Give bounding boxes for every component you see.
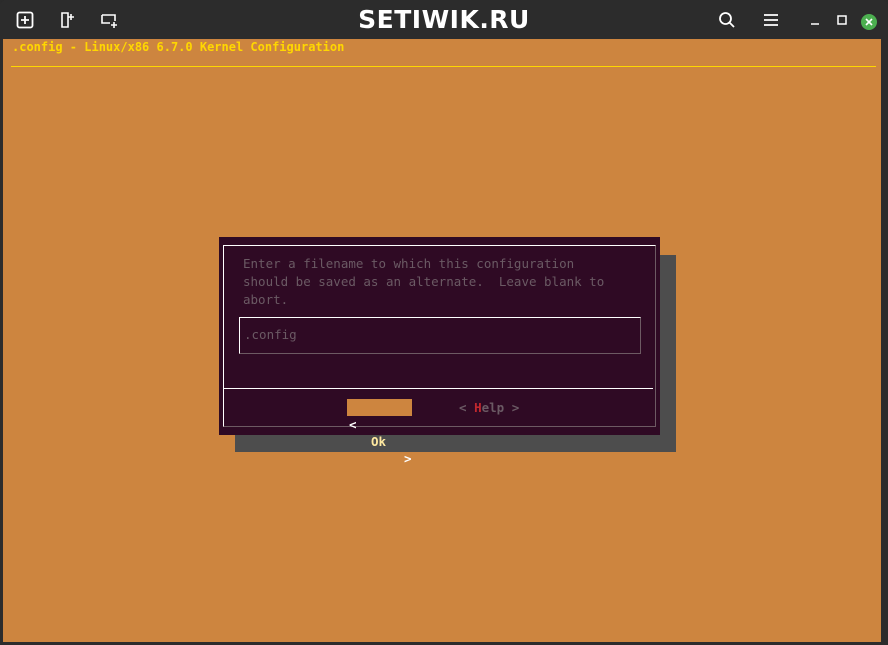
filename-input[interactable]: .config xyxy=(239,317,641,354)
terminal-window: SETIWIK.RU .config - Linux/x86 6.7.0 Ker… xyxy=(0,0,888,645)
window-title: SETIWIK.RU xyxy=(358,5,530,34)
prompt-line-3: abort. xyxy=(243,292,289,307)
ok-left-bracket: < xyxy=(349,417,357,432)
help-hotkey: H xyxy=(474,400,482,415)
ok-label: Ok xyxy=(371,434,387,449)
ok-right-bracket: > xyxy=(404,451,412,466)
help-label: elp xyxy=(481,400,505,415)
menu-icon[interactable] xyxy=(759,8,783,32)
terminal-area[interactable]: .config - Linux/x86 6.7.0 Kernel Configu… xyxy=(3,39,881,642)
help-left-bracket: < xyxy=(459,400,467,415)
ok-button[interactable]: < Ok > xyxy=(347,399,412,466)
help-button[interactable]: < Help > xyxy=(459,399,519,416)
maximize-icon[interactable] xyxy=(830,8,854,32)
dialog-prompt: Enter a filename to which this configura… xyxy=(243,255,604,309)
filename-input-value[interactable]: .config xyxy=(244,327,297,342)
prompt-line-2: should be saved as an alternate. Leave b… xyxy=(243,274,605,289)
help-right-bracket: > xyxy=(511,400,520,415)
minimize-icon[interactable] xyxy=(803,8,827,32)
save-config-dialog: Enter a filename to which this configura… xyxy=(219,237,660,466)
dialog-separator xyxy=(224,388,653,389)
close-icon[interactable] xyxy=(861,14,877,30)
prompt-line-1: Enter a filename to which this configura… xyxy=(243,256,575,271)
backtitle-underline xyxy=(11,66,876,67)
search-icon[interactable] xyxy=(715,8,739,32)
backtitle: .config - Linux/x86 6.7.0 Kernel Configu… xyxy=(12,40,345,54)
title-bar: SETIWIK.RU xyxy=(0,0,888,40)
